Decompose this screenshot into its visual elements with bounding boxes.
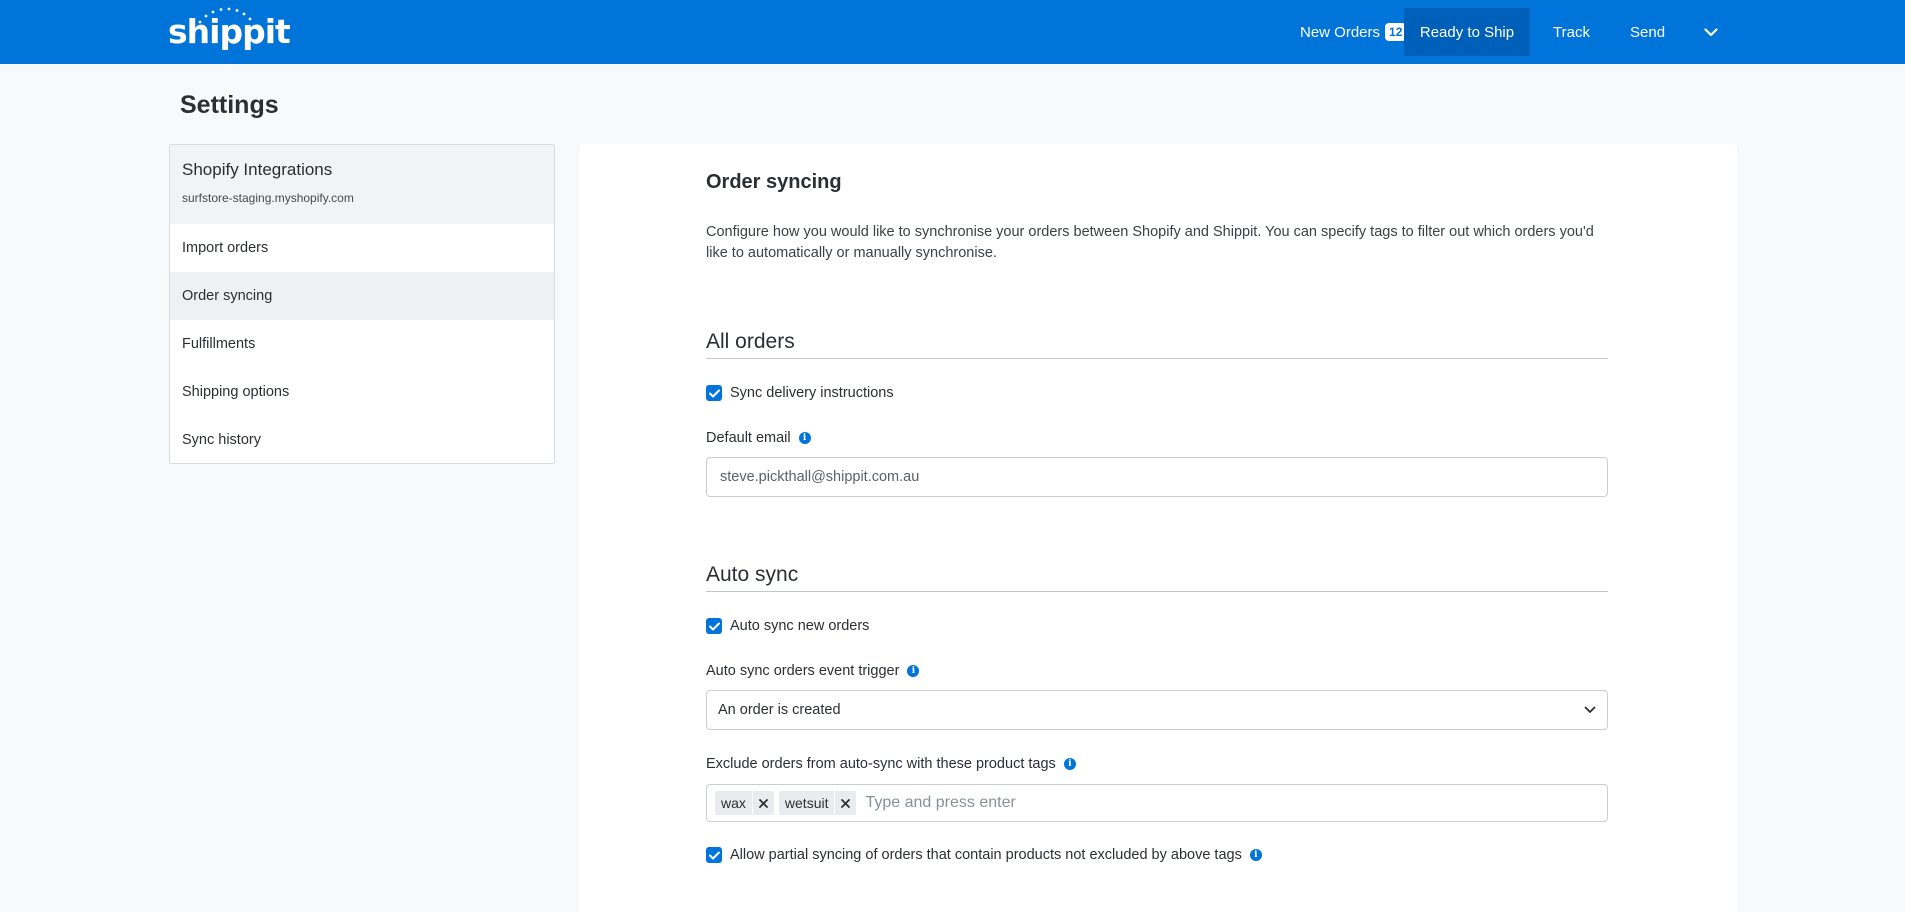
checkmark-icon <box>708 851 720 859</box>
exclude-tags-label-row: Exclude orders from auto-sync with these… <box>706 756 1076 772</box>
partial-sync-label: Allow partial syncing of orders that con… <box>730 847 1242 863</box>
trigger-label: Auto sync orders event trigger <box>706 663 900 679</box>
chevron-down-icon <box>1584 706 1596 713</box>
trigger-label-row: Auto sync orders event trigger i <box>706 663 920 679</box>
default-email-value: steve.pickthall@shippit.com.au <box>720 469 920 485</box>
sidebar-header: Shopify Integrations surfstore-staging.m… <box>170 145 554 224</box>
sync-delivery-label: Sync delivery instructions <box>730 385 894 401</box>
logo-arc-icon <box>198 7 252 24</box>
sidebar-item-shipping-options[interactable]: Shipping options <box>170 368 554 416</box>
section-heading-order-syncing: Order syncing <box>706 171 842 193</box>
tag-text-input[interactable] <box>865 794 1366 812</box>
nav-track-label: Track <box>1553 23 1590 41</box>
auto-sync-checkbox[interactable] <box>706 618 722 634</box>
order-syncing-description: Configure how you would like to synchron… <box>706 224 1594 261</box>
trigger-select[interactable]: An order is created <box>706 690 1608 730</box>
close-icon <box>841 798 851 808</box>
sidebar-item-sync-history[interactable]: Sync history <box>170 416 554 463</box>
nav-more-dropdown[interactable] <box>1699 8 1723 56</box>
exclude-tags-input[interactable]: wax wetsuit <box>706 784 1608 822</box>
nav-new-orders-label: New Orders <box>1300 23 1381 41</box>
sidebar-item-fulfillments[interactable]: Fulfillments <box>170 320 554 368</box>
sidebar-store-domain: surfstore-staging.myshopify.com <box>182 191 354 205</box>
section-heading-auto-sync: Auto sync <box>706 563 1608 592</box>
section-heading-all-orders: All orders <box>706 330 1608 359</box>
close-icon <box>759 798 768 808</box>
checkmark-icon <box>708 389 720 397</box>
default-email-label-row: Default email i <box>706 430 811 446</box>
partial-sync-checkbox[interactable] <box>706 847 722 863</box>
tag-chip: wax <box>715 791 774 815</box>
sidebar-item-import-orders[interactable]: Import orders <box>170 224 554 272</box>
nav-send-label: Send <box>1630 23 1666 41</box>
exclude-tags-label: Exclude orders from auto-sync with these… <box>706 756 1056 772</box>
sync-delivery-checkbox[interactable] <box>706 385 722 401</box>
chevron-down-icon <box>1704 27 1718 36</box>
tag-remove-button[interactable] <box>834 791 856 815</box>
tag-label: wetsuit <box>784 795 829 811</box>
sync-delivery-row: Sync delivery instructions <box>706 385 894 401</box>
auto-sync-label: Auto sync new orders <box>730 618 870 634</box>
checkmark-icon <box>708 622 720 630</box>
nav-track[interactable]: Track <box>1553 8 1603 56</box>
tag-chip: wetsuit <box>778 791 857 815</box>
info-icon[interactable]: i <box>1063 758 1076 770</box>
settings-card: Order syncing Configure how you would li… <box>579 144 1737 912</box>
default-email-input[interactable]: steve.pickthall@shippit.com.au <box>706 457 1608 497</box>
top-navbar: shippit New Orders 12 Ready to Ship Trac… <box>0 0 1905 64</box>
tag-remove-button[interactable] <box>751 791 774 815</box>
tag-label: wax <box>721 795 746 811</box>
info-icon[interactable]: i <box>798 432 811 444</box>
nav-send[interactable]: Send <box>1630 8 1680 56</box>
auto-sync-row: Auto sync new orders <box>706 618 869 634</box>
nav-new-orders[interactable]: New Orders 12 <box>1300 8 1420 56</box>
page-title: Settings <box>180 91 279 119</box>
info-icon[interactable]: i <box>907 665 920 677</box>
sidebar-title: Shopify Integrations <box>182 160 333 179</box>
info-icon[interactable]: i <box>1249 849 1262 861</box>
nav-ready-to-ship-label: Ready to Ship <box>1419 23 1515 41</box>
shippit-logo[interactable]: shippit <box>168 7 291 54</box>
partial-sync-row: Allow partial syncing of orders that con… <box>706 847 1262 863</box>
trigger-select-value: An order is created <box>718 702 841 718</box>
default-email-label: Default email <box>706 430 791 446</box>
settings-sidebar: Shopify Integrations surfstore-staging.m… <box>169 144 555 464</box>
sidebar-item-order-syncing[interactable]: Order syncing <box>170 272 554 320</box>
nav-ready-to-ship[interactable]: Ready to Ship <box>1404 8 1530 56</box>
